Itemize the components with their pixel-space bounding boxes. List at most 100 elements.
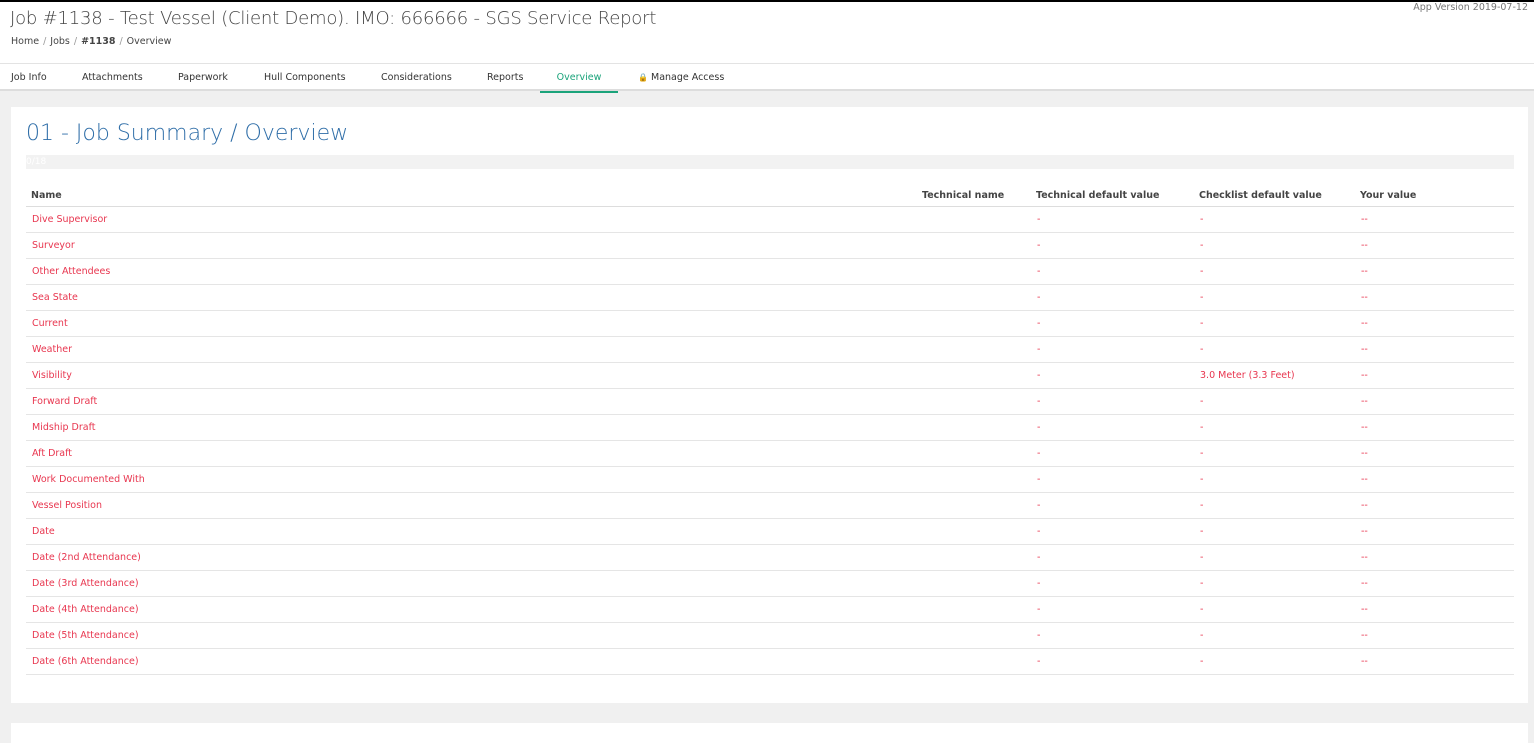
table-row[interactable]: Current---- [26,310,1514,336]
technical-name [917,518,1031,544]
table-row[interactable]: Work Documented With---- [26,466,1514,492]
your-value: -- [1355,284,1514,310]
field-name[interactable]: Date (2nd Attendance) [26,544,917,570]
checklist-default: - [1194,544,1355,570]
table-row[interactable]: Midship Draft---- [26,414,1514,440]
your-value: -- [1355,492,1514,518]
col-technical-default: Technical default value [1031,185,1194,206]
checklist-default: - [1194,336,1355,362]
tab-attachments[interactable]: Attachments [82,64,143,91]
technical-default: - [1031,336,1194,362]
technical-default: - [1031,622,1194,648]
your-value: -- [1355,570,1514,596]
field-name[interactable]: Weather [26,336,917,362]
table-row[interactable]: Surveyor---- [26,232,1514,258]
technical-default: - [1031,284,1194,310]
tab-job-info[interactable]: Job Info [11,64,47,91]
breadcrumb-job[interactable]: #1138 [81,36,115,47]
field-name[interactable]: Work Documented With [26,466,917,492]
table-row[interactable]: Date (3rd Attendance)---- [26,570,1514,596]
checklist-default: - [1194,232,1355,258]
technical-name [917,622,1031,648]
your-value: -- [1355,518,1514,544]
field-name[interactable]: Date (5th Attendance) [26,622,917,648]
tab-paperwork[interactable]: Paperwork [178,64,228,91]
tab-reports[interactable]: Reports [487,64,523,91]
technical-default: - [1031,518,1194,544]
field-name[interactable]: Forward Draft [26,388,917,414]
checklist-default: - [1194,596,1355,622]
checklist-default: - [1194,648,1355,674]
technical-name [917,310,1031,336]
technical-name [917,206,1031,232]
table-row[interactable]: Date (4th Attendance)---- [26,596,1514,622]
technical-default: - [1031,206,1194,232]
technical-name [917,284,1031,310]
tab-hull-components[interactable]: Hull Components [264,64,346,91]
progress-label: 0/18 [26,157,46,167]
checklist-default: - [1194,258,1355,284]
tab-considerations[interactable]: Considerations [381,64,452,91]
table-row[interactable]: Vessel Position---- [26,492,1514,518]
checklist-default: - [1194,518,1355,544]
field-name[interactable]: Sea State [26,284,917,310]
your-value: -- [1355,440,1514,466]
breadcrumb-home[interactable]: Home [11,36,39,47]
page-header: Job #1138 - Test Vessel (Client Demo). I… [0,2,1534,64]
checklist-default: - [1194,414,1355,440]
checklist-default: - [1194,206,1355,232]
your-value: -- [1355,596,1514,622]
technical-name [917,596,1031,622]
technical-default: - [1031,388,1194,414]
checklist-default: - [1194,492,1355,518]
technical-default: - [1031,492,1194,518]
your-value: -- [1355,232,1514,258]
your-value: -- [1355,622,1514,648]
field-name[interactable]: Dive Supervisor [26,206,917,232]
breadcrumb-jobs[interactable]: Jobs [50,36,70,47]
tab-overview[interactable]: Overview [540,64,618,93]
table-row[interactable]: Dive Supervisor---- [26,206,1514,232]
table-row[interactable]: Weather---- [26,336,1514,362]
field-name[interactable]: Other Attendees [26,258,917,284]
lock-icon: 🔒 [638,73,648,82]
table-row[interactable]: Sea State---- [26,284,1514,310]
table-row[interactable]: Date (6th Attendance)---- [26,648,1514,674]
technical-name [917,648,1031,674]
table-row[interactable]: Date---- [26,518,1514,544]
field-name[interactable]: Surveyor [26,232,917,258]
field-name[interactable]: Vessel Position [26,492,917,518]
table-row[interactable]: Aft Draft---- [26,440,1514,466]
technical-name [917,414,1031,440]
technical-default: - [1031,258,1194,284]
technical-default: - [1031,362,1194,388]
table-row[interactable]: Forward Draft---- [26,388,1514,414]
checklist-default: - [1194,310,1355,336]
field-name[interactable]: Aft Draft [26,440,917,466]
table-row[interactable]: Visibility-3.0 Meter (3.3 Feet)-- [26,362,1514,388]
checklist-default: - [1194,622,1355,648]
tab-manage-access-label: Manage Access [651,72,724,83]
tab-manage-access[interactable]: 🔒 Manage Access [638,64,724,91]
field-name[interactable]: Visibility [26,362,917,388]
technical-name [917,466,1031,492]
your-value: -- [1355,414,1514,440]
field-name[interactable]: Midship Draft [26,414,917,440]
tab-bar: Job Info Attachments Paperwork Hull Comp… [0,64,1534,91]
your-value: -- [1355,544,1514,570]
field-name[interactable]: Date (3rd Attendance) [26,570,917,596]
field-name[interactable]: Current [26,310,917,336]
field-name[interactable]: Date [26,518,917,544]
table-row[interactable]: Other Attendees---- [26,258,1514,284]
your-value: -- [1355,388,1514,414]
section-title: 01 - Job Summary / Overview [26,121,348,146]
checklist-default: - [1194,466,1355,492]
fields-table: Name Technical name Technical default va… [26,185,1514,675]
table-row[interactable]: Date (2nd Attendance)---- [26,544,1514,570]
field-name[interactable]: Date (6th Attendance) [26,648,917,674]
breadcrumb: Home/Jobs/#1138/Overview [11,36,171,47]
technical-name [917,570,1031,596]
table-row[interactable]: Date (5th Attendance)---- [26,622,1514,648]
app-version: App Version 2019-07-12 [1413,2,1528,13]
field-name[interactable]: Date (4th Attendance) [26,596,917,622]
